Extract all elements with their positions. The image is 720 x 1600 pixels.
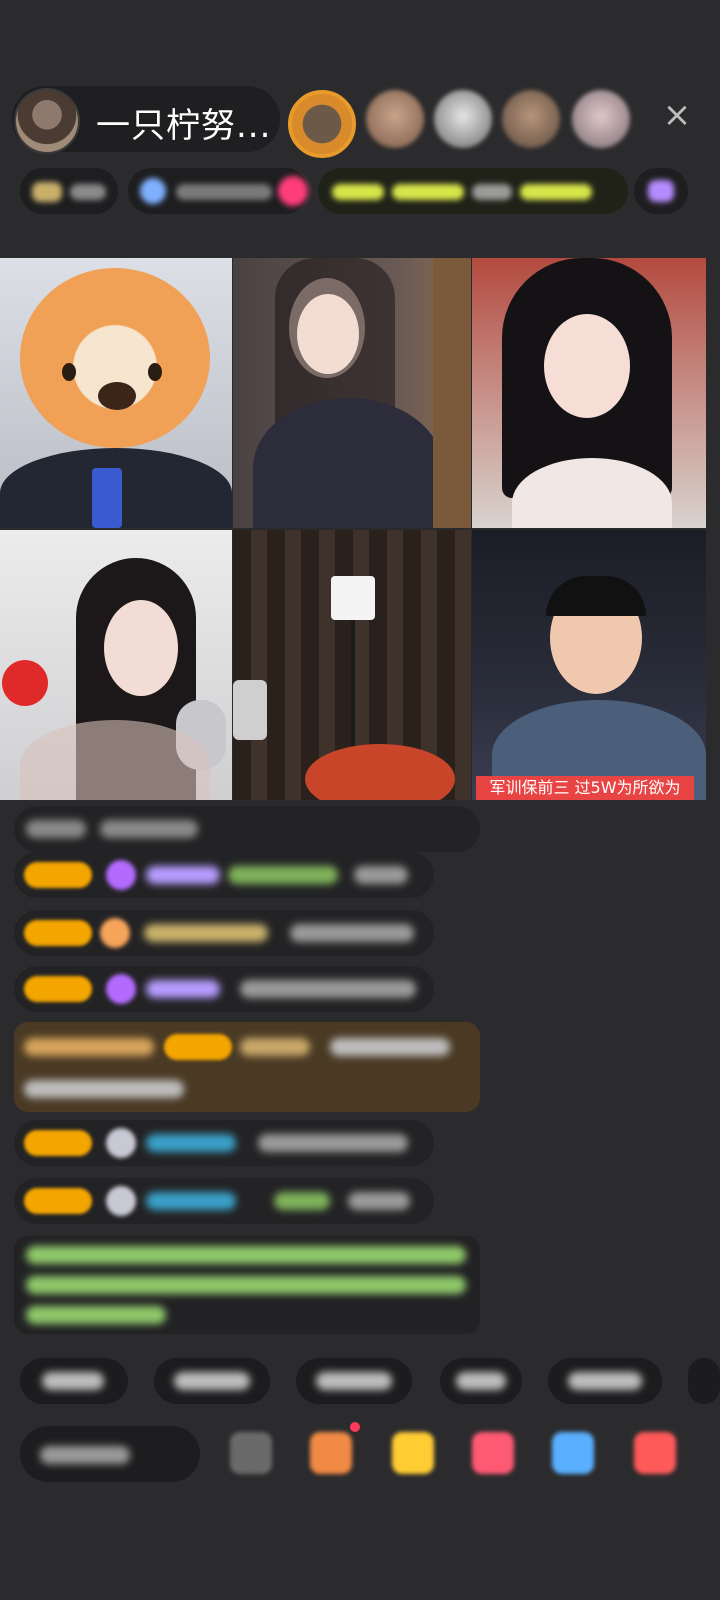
tag-row xyxy=(20,168,688,216)
chat-highlight-message[interactable] xyxy=(14,1022,480,1112)
chat-message[interactable] xyxy=(14,852,434,898)
video-tile-2[interactable] xyxy=(233,258,471,528)
video-tile-4[interactable] xyxy=(0,530,232,800)
viewer-avatar-4[interactable] xyxy=(502,90,560,148)
comment-input[interactable] xyxy=(20,1426,200,1482)
viewer-avatar-3[interactable] xyxy=(434,90,492,148)
chat-message[interactable] xyxy=(14,1178,434,1224)
activity-chip[interactable] xyxy=(318,168,628,214)
quick-chip-3[interactable] xyxy=(296,1358,412,1404)
chat-message[interactable] xyxy=(14,910,434,956)
gift-icon[interactable] xyxy=(392,1432,434,1474)
video-tile-5[interactable] xyxy=(233,530,471,800)
quick-chip-2[interactable] xyxy=(154,1358,270,1404)
gift-box-icon[interactable] xyxy=(310,1432,352,1474)
hot-chip[interactable] xyxy=(128,168,308,214)
host-avatar[interactable] xyxy=(14,88,80,154)
store-icon[interactable] xyxy=(634,1432,676,1474)
rank-chip[interactable] xyxy=(20,168,118,214)
gift-chip[interactable] xyxy=(634,168,688,214)
chat-system-message xyxy=(14,806,480,852)
close-icon[interactable]: × xyxy=(660,98,694,132)
quick-chip-4[interactable] xyxy=(440,1358,522,1404)
game-icon[interactable] xyxy=(552,1432,594,1474)
video-tile-3[interactable] xyxy=(472,258,706,528)
quick-chip-6[interactable] xyxy=(688,1358,720,1404)
notification-dot xyxy=(350,1422,360,1432)
platform-notice xyxy=(14,1236,480,1334)
chat-message[interactable] xyxy=(14,1120,434,1166)
video-tile-1[interactable] xyxy=(0,258,232,528)
heart-gift-icon[interactable] xyxy=(472,1432,514,1474)
chat-message[interactable] xyxy=(14,966,434,1012)
viewer-avatar-2[interactable] xyxy=(366,90,424,148)
quick-chip-1[interactable] xyxy=(20,1358,128,1404)
viewer-avatar-5[interactable] xyxy=(572,90,630,148)
quick-chip-5[interactable] xyxy=(548,1358,662,1404)
viewer-avatar-1[interactable] xyxy=(288,90,356,158)
video-tile-6[interactable] xyxy=(472,530,706,800)
stream-goal-banner: 军训保前三 过5W为所欲为 xyxy=(476,776,694,800)
host-name: 一只柠努... xyxy=(96,106,272,146)
more-icon[interactable] xyxy=(230,1432,272,1474)
